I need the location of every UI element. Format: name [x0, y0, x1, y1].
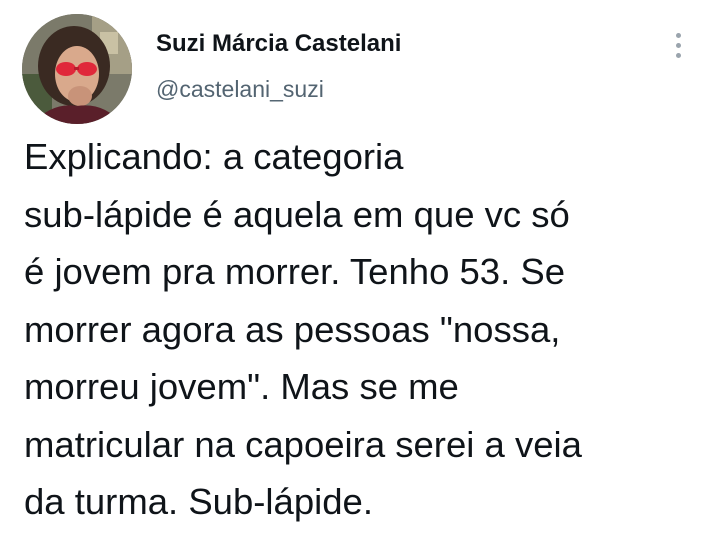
avatar[interactable] — [22, 14, 132, 124]
tweet-line: matricular na capoeira serei a veia — [24, 423, 582, 465]
tweet-line: é jovem pra morrer. Tenho 53. Se — [24, 251, 566, 292]
tweet-line: sub-lápide é aquela em que vc só — [24, 193, 570, 235]
tweet-line: da turma. Sub-lápide. — [24, 481, 373, 522]
tweet-line: morreu jovem". Mas se me — [24, 366, 459, 407]
author-name[interactable]: Suzi Márcia Castelani — [156, 30, 401, 58]
tweet-line: Explicando: a categoria — [24, 136, 404, 177]
more-vertical-icon[interactable] — [664, 26, 694, 66]
dot — [676, 33, 681, 38]
tweet-card: Suzi Márcia Castelani @castelani_suzi Ex… — [0, 0, 720, 535]
dot — [676, 43, 681, 48]
tweet-line: morrer agora as pessoas "nossa, — [24, 308, 561, 350]
avatar-photo-icon — [22, 14, 132, 124]
tweet-text: Explicando: a categoria sub-lápide é aqu… — [24, 128, 714, 531]
dot — [676, 53, 681, 58]
author-handle[interactable]: @castelani_suzi — [156, 76, 324, 103]
